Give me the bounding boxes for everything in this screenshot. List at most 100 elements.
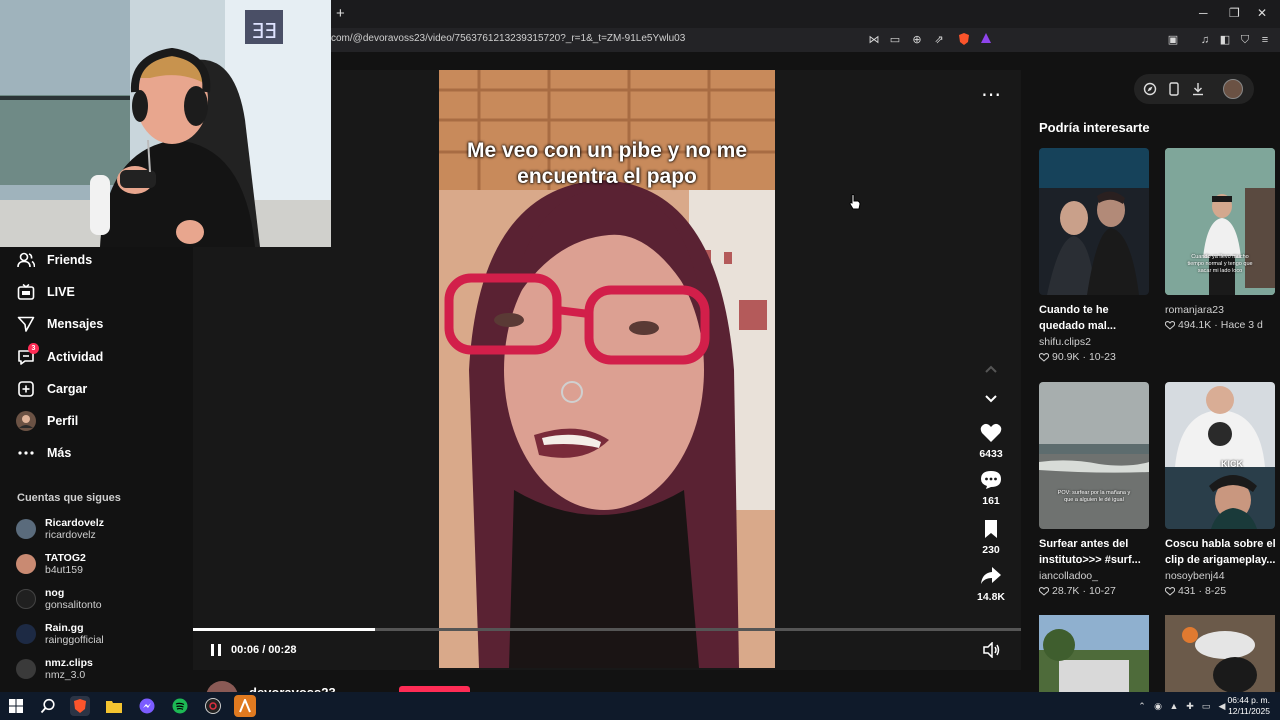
following-item[interactable]: Rain.gg rainggofficial	[16, 619, 186, 649]
following-name: nmz.clips	[45, 657, 93, 669]
card-stats: 431 · 8-25	[1165, 585, 1275, 597]
brave-browser-icon[interactable]	[70, 696, 90, 716]
share-count: 14.8K	[976, 591, 1006, 603]
volume-button[interactable]	[983, 641, 1001, 663]
separator: ·	[1214, 319, 1218, 331]
search-icon[interactable]	[38, 696, 58, 716]
share-icon[interactable]: ⇗	[931, 32, 947, 48]
following-name: nog	[45, 587, 65, 599]
card-title: quedado mal...	[1039, 320, 1117, 332]
restore-button[interactable]: ❐	[1229, 6, 1240, 20]
tray-app-icon[interactable]: ◉	[1152, 700, 1164, 712]
previous-video-button[interactable]	[970, 361, 1012, 379]
friends-icon	[16, 250, 36, 270]
url-field[interactable]: com/@devoravoss23/video/7563761213239315…	[331, 33, 685, 44]
separator: ·	[1198, 585, 1203, 597]
recommended-video-card[interactable]: POV: surfear por la mañana y que a algui…	[1039, 382, 1149, 597]
tray-app-icon[interactable]: ▲	[1168, 700, 1180, 712]
user-avatar[interactable]	[1223, 79, 1243, 99]
recommended-video-card[interactable]	[1039, 615, 1149, 692]
video-progress-bar[interactable]	[193, 628, 1021, 631]
pause-button[interactable]	[210, 643, 222, 662]
tray-overflow-icon[interactable]: ⌃	[1136, 700, 1148, 712]
caption-line: Me veo con un pibe y no me	[466, 139, 748, 162]
sidebar-item-messages[interactable]: Mensajes	[0, 310, 193, 338]
sidebar-item-live[interactable]: LIVE	[0, 278, 193, 306]
thumbnail-overlay-text: KICK	[1221, 459, 1243, 469]
share-icon	[981, 567, 1001, 584]
sidebar-item-label: Friends	[47, 253, 93, 267]
cast-icon[interactable]: ▭	[887, 32, 903, 48]
following-handle: nmz_3.0	[45, 669, 86, 681]
video-thumbnail	[1039, 148, 1149, 295]
upload-icon	[16, 379, 36, 399]
obs-icon[interactable]	[203, 696, 223, 716]
sidebar-item-more[interactable]: Más	[0, 439, 193, 467]
recommended-video-card[interactable]: KICK Coscu habla sobre el clip de arigam…	[1165, 382, 1275, 597]
menu-icon[interactable]: ≡	[1257, 32, 1273, 48]
sidebar-item-upload[interactable]: Cargar	[0, 375, 193, 403]
following-item[interactable]: nog gonsalitonto	[16, 584, 186, 614]
tray-app-icon[interactable]: ✚	[1184, 700, 1196, 712]
video-thumbnail: KICK	[1165, 382, 1275, 529]
video-thumbnail	[1165, 615, 1275, 692]
windows-taskbar: ⌃ ◉ ▲ ✚ ▭ ◀ 06:44 p. m. 12/11/2025	[0, 692, 1280, 720]
new-tab-button[interactable]: +	[336, 5, 345, 22]
recommended-video-card[interactable]: Cuando ya llevo mucho tiempo normal y te…	[1165, 148, 1275, 331]
recommended-video-card[interactable]: Cuando te he quedado mal... shifu.clips2…	[1039, 148, 1149, 363]
following-item[interactable]: TATOG2 b4ut159	[16, 549, 186, 579]
music-icon[interactable]: ♫	[1197, 32, 1213, 48]
more-icon	[16, 443, 36, 463]
card-date: 10-27	[1088, 585, 1116, 597]
avatar	[16, 554, 36, 574]
video-thumbnail	[1039, 615, 1149, 692]
rewards-icon[interactable]	[978, 32, 994, 48]
vpn-shield-icon[interactable]: ⛉	[1237, 32, 1253, 48]
avatar	[16, 659, 36, 679]
bookmark-icon	[985, 520, 997, 538]
download-icon[interactable]	[1191, 82, 1205, 96]
messenger-icon[interactable]	[137, 696, 157, 716]
card-title: clip de arigameplay...	[1165, 554, 1275, 566]
brave-shield-icon[interactable]	[956, 32, 972, 48]
like-button[interactable]: 6433	[970, 423, 1012, 460]
sidebar-item-activity[interactable]: 3 Actividad	[0, 343, 193, 371]
card-date: Hace 3 d	[1220, 319, 1263, 331]
recommended-video-card[interactable]	[1165, 615, 1275, 692]
sidebar-toggle-icon[interactable]: ◧	[1217, 32, 1233, 48]
video-frame[interactable]: Me veo con un pibe y no me encuentra el …	[439, 70, 775, 668]
reader-icon[interactable]: ▣	[1165, 32, 1181, 48]
streamer-webcam: ƎƎ	[0, 0, 331, 247]
card-likes: 431	[1178, 585, 1196, 597]
no-translate-icon[interactable]: ⋈	[866, 32, 882, 48]
following-item[interactable]: nmz.clips nmz_3.0	[16, 654, 186, 684]
next-video-button[interactable]	[970, 391, 1012, 409]
card-title: Cuando te he	[1039, 304, 1109, 316]
volume-tray-icon[interactable]: ◀	[1216, 700, 1228, 712]
windows-start-icon[interactable]	[6, 696, 26, 716]
compass-icon[interactable]	[1143, 82, 1157, 96]
card-likes: 494.1K	[1178, 319, 1212, 331]
card-username: romanjara23	[1165, 304, 1224, 316]
svg-text:ƎƎ: ƎƎ	[252, 19, 277, 43]
network-icon[interactable]: ▭	[1200, 700, 1212, 712]
save-count: 230	[982, 544, 1000, 556]
save-button[interactable]: 230	[970, 519, 1012, 556]
comment-button[interactable]: 161	[970, 470, 1012, 507]
close-window-button[interactable]: ✕	[1257, 6, 1267, 20]
volume-icon	[983, 641, 1000, 659]
video-thumbnail: POV: surfear por la mañana y que a algui…	[1039, 382, 1149, 529]
following-item[interactable]: Ricardovelz ricardovelz	[16, 514, 186, 544]
video-more-options-icon[interactable]: ⋯	[981, 82, 1001, 107]
zoom-icon[interactable]: ⊕	[909, 32, 925, 48]
share-button[interactable]: 14.8K	[970, 566, 1012, 603]
system-clock[interactable]: 06:44 p. m. 12/11/2025	[1227, 695, 1270, 717]
sidebar-item-friends[interactable]: Friends	[0, 246, 193, 274]
app-icon[interactable]	[234, 695, 256, 717]
separator: ·	[1082, 351, 1086, 363]
minimize-button[interactable]: ─	[1199, 6, 1208, 20]
sidebar-item-profile[interactable]: Perfil	[0, 407, 193, 435]
file-explorer-icon[interactable]	[104, 696, 124, 716]
spotify-icon[interactable]	[170, 696, 190, 716]
device-icon[interactable]	[1167, 82, 1181, 96]
